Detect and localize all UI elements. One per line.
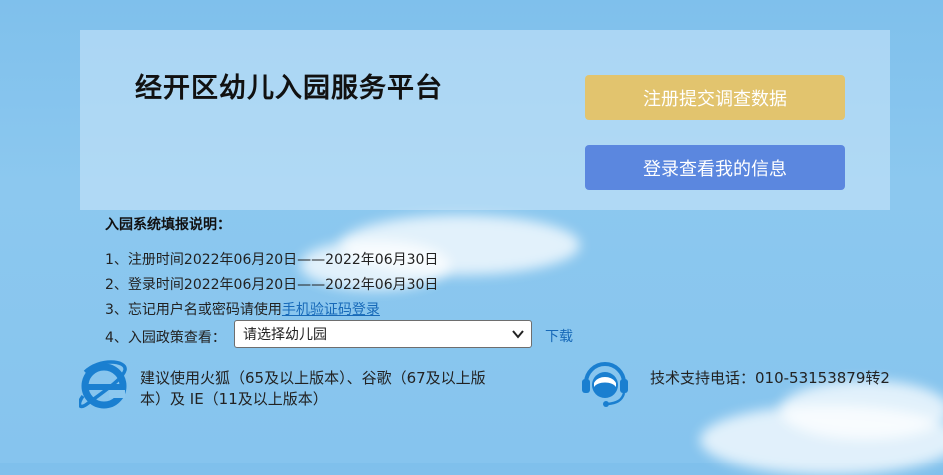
register-button[interactable]: 注册提交调查数据 <box>585 75 845 120</box>
instruction-line-3: 3、忘记用户名或密码请使用手机验证码登录 <box>105 299 380 319</box>
kindergarten-select[interactable]: 请选择幼儿园 <box>234 320 532 348</box>
background-cloud <box>780 380 943 440</box>
ie-browser-icon <box>79 360 127 409</box>
instructions-title: 入园系统填报说明： <box>105 217 231 233</box>
support-phone: 技术支持电话：010-53153879转2 <box>650 369 890 387</box>
instruction-line-4-label: 4、入园政策查看： <box>105 330 226 346</box>
sms-login-link[interactable]: 手机验证码登录 <box>282 302 380 318</box>
browser-recommendation: 建议使用火狐（65及以上版本）、谷歌（67及以上版本）及 IE（11及以上版本） <box>140 369 486 408</box>
login-button[interactable]: 登录查看我的信息 <box>585 145 845 190</box>
chevron-down-icon <box>512 330 524 339</box>
page-title: 经开区幼儿入园服务平台 <box>135 73 443 104</box>
download-link[interactable]: 下载 <box>545 326 573 346</box>
instruction-line-3-text: 3、忘记用户名或密码请使用 <box>105 302 282 318</box>
instruction-line-2: 2、登录时间2022年06月20日——2022年06月30日 <box>105 277 439 293</box>
customer-support-icon <box>582 362 628 407</box>
kindergarten-select-value: 请选择幼儿园 <box>243 327 327 343</box>
instruction-line-1: 1、注册时间2022年06月20日——2022年06月30日 <box>105 252 439 268</box>
